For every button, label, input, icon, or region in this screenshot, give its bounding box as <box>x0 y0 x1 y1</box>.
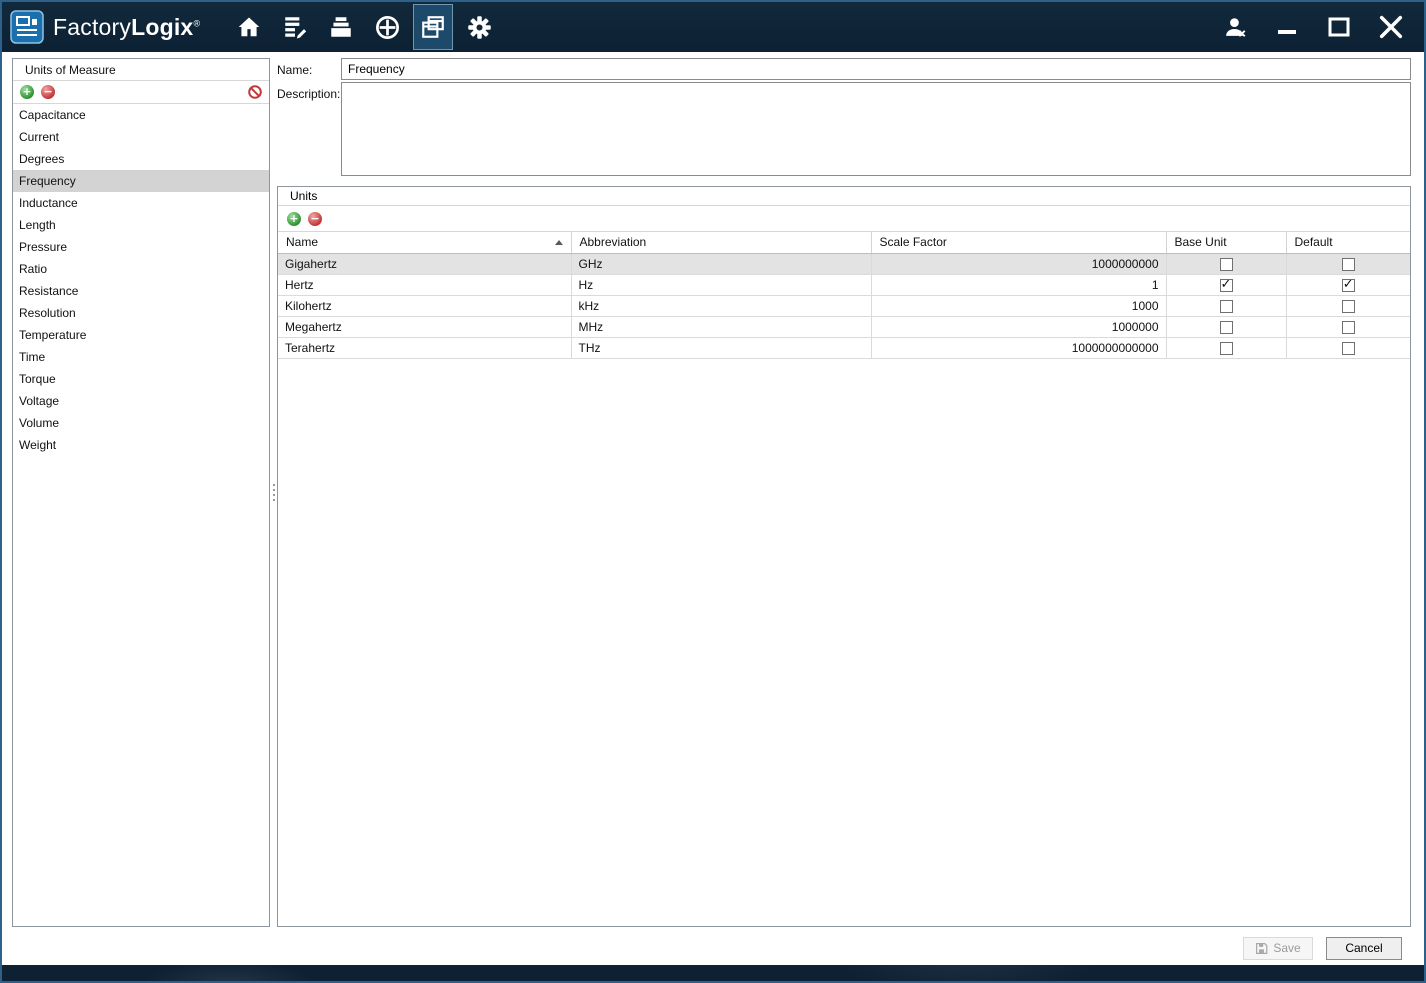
base-unit-checkbox[interactable] <box>1219 299 1233 313</box>
base-unit-checkbox[interactable] <box>1219 277 1233 292</box>
logout-user-icon[interactable] <box>1214 3 1256 51</box>
unit-abbreviation-cell: THz <box>571 337 872 359</box>
column-header-default[interactable]: Default <box>1286 232 1410 254</box>
unit-scale-factor-cell: 1000000 <box>871 316 1167 338</box>
units-group-title: Units <box>278 187 1410 206</box>
add-measure-icon[interactable] <box>20 85 34 99</box>
save-disk-icon <box>1255 942 1268 955</box>
description-input[interactable] <box>341 82 1411 176</box>
base-unit-checkbox[interactable] <box>1219 341 1233 355</box>
unit-row-hertz[interactable]: Hertz Hz 1 <box>278 274 1410 296</box>
description-label: Description: <box>277 87 341 101</box>
unit-row-terahertz[interactable]: Terahertz THz 1000000000000 <box>278 337 1410 359</box>
unit-row-gigahertz[interactable]: Gigahertz GHz 1000000000 <box>278 253 1410 275</box>
units-header-row: Name Abbreviation Scale Factor Base Unit… <box>278 232 1410 254</box>
sidebar-item-temperature[interactable]: Temperature <box>13 324 269 346</box>
cancel-edit-icon[interactable] <box>248 85 262 99</box>
titlebar: FactoryLogix® <box>2 2 1424 52</box>
settings-gear-icon[interactable] <box>456 3 502 51</box>
measure-list: Capacitance Current Degrees Frequency In… <box>13 104 269 926</box>
name-label: Name: <box>277 63 313 77</box>
navigation-compass-icon[interactable] <box>364 3 410 51</box>
app-title: FactoryLogix® <box>53 13 201 40</box>
base-unit-checkbox[interactable] <box>1219 320 1233 334</box>
sidebar-item-weight[interactable]: Weight <box>13 434 269 456</box>
unit-scale-factor-cell: 1000000000 <box>871 253 1167 275</box>
app-window: FactoryLogix® Units of Measure + − Capac… <box>0 0 1426 983</box>
units-group: Units Name Abbreviation Scale Factor <box>277 186 1411 927</box>
column-header-abbreviation[interactable]: Abbreviation <box>571 232 872 254</box>
remove-unit-icon[interactable] <box>308 211 322 226</box>
unit-name-cell: Gigahertz <box>278 253 572 275</box>
unit-abbreviation-cell: Hz <box>571 274 872 296</box>
default-checkbox[interactable] <box>1341 320 1355 334</box>
column-header-name[interactable]: Name <box>278 232 572 254</box>
sidebar-item-capacitance[interactable]: Capacitance <box>13 104 269 126</box>
main-nav <box>226 2 502 52</box>
minimize-button[interactable] <box>1266 3 1308 51</box>
sidebar-item-frequency[interactable]: Frequency <box>13 170 269 192</box>
column-header-scale-factor[interactable]: Scale Factor <box>871 232 1167 254</box>
unit-name-cell: Megahertz <box>278 316 572 338</box>
sidebar-item-current[interactable]: Current <box>13 126 269 148</box>
default-checkbox[interactable] <box>1341 257 1355 271</box>
base-unit-checkbox[interactable] <box>1219 257 1233 271</box>
sidebar-item-degrees[interactable]: Degrees <box>13 148 269 170</box>
unit-scale-factor-cell: 1000 <box>871 295 1167 317</box>
units-of-measure-panel: Units of Measure Capacitance Current Deg… <box>12 58 270 927</box>
unit-scale-factor-cell: 1000000000000 <box>871 337 1167 359</box>
measure-editor: Name: Description: Units <box>277 58 1411 927</box>
unit-abbreviation-cell: GHz <box>571 253 872 275</box>
panel-title: Units of Measure <box>13 59 269 81</box>
cancel-button[interactable]: Cancel <box>1326 936 1402 960</box>
sidebar-item-time[interactable]: Time <box>13 346 269 368</box>
app-logo-icon <box>10 10 44 44</box>
sidebar-item-voltage[interactable]: Voltage <box>13 390 269 412</box>
sidebar-item-inductance[interactable]: Inductance <box>13 192 269 214</box>
default-checkbox[interactable] <box>1341 341 1355 355</box>
name-input[interactable] <box>341 58 1411 80</box>
materials-icon[interactable] <box>318 3 364 51</box>
remove-measure-icon[interactable] <box>41 85 55 99</box>
footer-bar: Save Cancel <box>2 931 1424 965</box>
window-controls <box>1214 2 1424 52</box>
sidebar-item-torque[interactable]: Torque <box>13 368 269 390</box>
maximize-button[interactable] <box>1318 3 1360 51</box>
unit-name-cell: Hertz <box>278 274 572 296</box>
close-button[interactable] <box>1370 3 1412 51</box>
sort-ascending-icon <box>554 240 563 245</box>
sidebar-item-resolution[interactable]: Resolution <box>13 302 269 324</box>
sidebar-item-ratio[interactable]: Ratio <box>13 258 269 280</box>
default-checkbox[interactable] <box>1341 277 1355 292</box>
sidebar-item-pressure[interactable]: Pressure <box>13 236 269 258</box>
unit-name-cell: Kilohertz <box>278 295 572 317</box>
sidebar-item-volume[interactable]: Volume <box>13 412 269 434</box>
content-area: Units of Measure Capacitance Current Deg… <box>2 52 1424 931</box>
unit-name-cell: Terahertz <box>278 337 572 359</box>
column-header-base-unit[interactable]: Base Unit <box>1166 232 1287 254</box>
add-unit-icon[interactable] <box>287 211 301 226</box>
unit-row-kilohertz[interactable]: Kilohertz kHz 1000 <box>278 295 1410 317</box>
unit-scale-factor-cell: 1 <box>871 274 1167 296</box>
sidebar-item-length[interactable]: Length <box>13 214 269 236</box>
units-toolbar <box>278 206 1410 232</box>
sidebar-toolbar <box>13 81 269 104</box>
sidebar-item-resistance[interactable]: Resistance <box>13 280 269 302</box>
save-button[interactable]: Save <box>1243 936 1313 960</box>
unit-row-megahertz[interactable]: Megahertz MHz 1000000 <box>278 316 1410 338</box>
panel-splitter[interactable] <box>270 58 277 927</box>
forms-setup-icon[interactable] <box>413 4 454 50</box>
home-icon[interactable] <box>226 3 272 51</box>
name-row: Name: <box>277 58 1411 80</box>
default-checkbox[interactable] <box>1341 299 1355 313</box>
unit-abbreviation-cell: kHz <box>571 295 872 317</box>
production-edit-icon[interactable] <box>272 3 318 51</box>
units-table: Name Abbreviation Scale Factor Base Unit… <box>278 232 1410 359</box>
unit-abbreviation-cell: MHz <box>571 316 872 338</box>
bottom-strip <box>2 965 1424 981</box>
description-row: Description: <box>277 82 1411 176</box>
